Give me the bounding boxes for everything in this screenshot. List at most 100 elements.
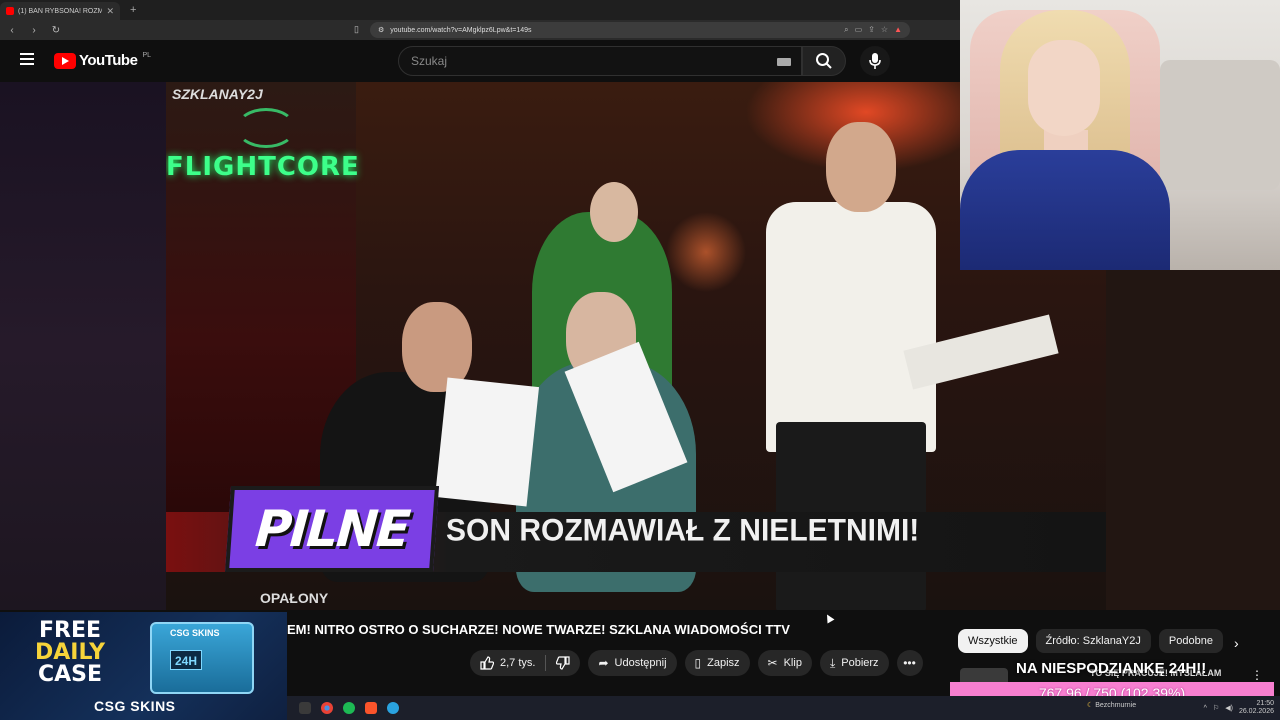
mouse-cursor-icon: [823, 612, 835, 624]
site-info-icon[interactable]: ⚙: [378, 26, 384, 34]
cast-icon[interactable]: ▭: [855, 25, 863, 35]
chip-all[interactable]: Wszystkie: [958, 629, 1028, 653]
youtube-favicon-icon: [6, 7, 14, 15]
urgent-badge-text: PILNE: [253, 500, 411, 558]
thumbs-up-icon: [480, 656, 494, 670]
zoom-icon[interactable]: ⌕: [844, 25, 848, 35]
share-label: Udostępnij: [614, 657, 667, 669]
omnibox-actions: ⌕ ▭ ⇪ ☆ ▲: [844, 25, 902, 35]
browser-tab[interactable]: (1) BAN RYBSONA! ROZMAWIAŁ ✕: [0, 2, 120, 20]
chrome-icon[interactable]: [321, 702, 333, 714]
video-lower-text: OPAŁONY: [260, 590, 328, 606]
brave-shield-icon[interactable]: ▲: [894, 25, 902, 35]
youtube-logo[interactable]: YouTube PL: [54, 52, 151, 69]
more-actions-button[interactable]: •••: [896, 650, 923, 676]
tray-chevron-icon[interactable]: ^: [1204, 705, 1207, 712]
screen: (1) BAN RYBSONA! ROZMAWIAŁ ✕ + ‹ › ↻ ▯ ⚙…: [0, 0, 1280, 720]
download-icon: ⤓: [829, 655, 836, 670]
download-button[interactable]: ⤓ Pobierz: [819, 650, 889, 676]
ambient-left: [0, 82, 166, 610]
ambient-right: [1106, 270, 1280, 610]
volume-icon[interactable]: ◀): [1225, 704, 1233, 712]
related-chips: Wszystkie Źródło: SzklanaY2J Podobne: [958, 629, 1223, 653]
clip-button[interactable]: ✂ Klip: [757, 650, 812, 676]
youtube-header: YouTube PL Szukaj: [0, 40, 960, 82]
chip-source[interactable]: Źródło: SzklanaY2J: [1035, 629, 1151, 653]
app-icon-1[interactable]: [299, 702, 311, 714]
keyboard-icon[interactable]: [777, 58, 791, 66]
clock-date: 26.02.2026: [1238, 708, 1274, 715]
spotify-icon[interactable]: [343, 702, 355, 714]
search-input[interactable]: Szukaj: [398, 46, 802, 76]
browser-tabbar: (1) BAN RYBSONA! ROZMAWIAŁ ✕ +: [0, 0, 960, 20]
stream-message: NA NIESPODZIANKĘ 24H!!: [1016, 660, 1207, 677]
like-count: 2,7 tys.: [500, 657, 536, 669]
promo-headline: FREE DAILY CASE: [30, 620, 110, 686]
like-dislike-group: 2,7 tys.: [470, 650, 581, 676]
bookmark-icon[interactable]: ▯: [354, 24, 359, 35]
case-box-timer: 24H: [170, 650, 202, 670]
dislike-button[interactable]: [546, 656, 580, 670]
new-tab-icon[interactable]: +: [130, 4, 136, 16]
share-button[interactable]: ➦ Udostępnij: [588, 650, 677, 676]
case-box-icon: CSG SKINS 24H: [150, 622, 254, 694]
webcam-overlay: [960, 0, 1280, 270]
share-arrow-icon: ➦: [598, 656, 609, 670]
search-button[interactable]: [802, 46, 846, 76]
weather-text: Bezchmurnie: [1095, 702, 1137, 709]
person-head-back: [590, 182, 638, 242]
tab-title: (1) BAN RYBSONA! ROZMAWIAŁ: [18, 7, 103, 15]
promo-banner[interactable]: FREE DAILY CASE CSG SKINS 24H CSG SKINS: [0, 612, 287, 720]
url-text: youtube.com/watch?v=AMgklpz6Lpw&t=149s: [390, 26, 532, 34]
reload-icon[interactable]: ↻: [50, 25, 62, 36]
system-tray: ^ ⚐ ◀) 21:50 26.02.2026: [1204, 700, 1274, 716]
video-watermark: SZKLANAY2J: [172, 86, 263, 102]
back-icon[interactable]: ‹: [6, 25, 18, 36]
promo-line1: FREE: [38, 618, 102, 643]
ticker-text: SON ROZMAWIAŁ Z NIELETNIMI!: [446, 513, 920, 548]
microphone-icon: [869, 53, 881, 69]
brave-icon[interactable]: [365, 702, 377, 714]
more-dots-icon: •••: [903, 656, 916, 670]
forward-icon[interactable]: ›: [28, 25, 40, 36]
close-tab-icon[interactable]: ✕: [106, 6, 114, 17]
person-right: [766, 202, 936, 452]
download-label: Pobierz: [841, 657, 879, 669]
chip-next-icon[interactable]: ›: [1234, 635, 1239, 651]
person-right-head: [826, 122, 896, 212]
youtube-play-icon: [54, 52, 76, 69]
related-menu-icon[interactable]: ⋮: [1251, 668, 1263, 682]
paper-sign-left: [434, 377, 540, 507]
scissors-icon: ✂: [767, 656, 778, 670]
network-icon[interactable]: ⚐: [1213, 704, 1219, 712]
search-icon: [816, 53, 832, 69]
neon-sign: FLIGHTCORE: [166, 152, 360, 182]
voice-search-button[interactable]: [860, 46, 890, 76]
youtube-wordmark: YouTube: [79, 52, 138, 69]
save-label: Zapisz: [707, 657, 740, 669]
address-bar[interactable]: ⚙ youtube.com/watch?v=AMgklpz6Lpw&t=149s…: [370, 22, 910, 38]
promo-line2: DAILY: [35, 640, 105, 665]
telegram-icon[interactable]: [387, 702, 399, 714]
chip-similar[interactable]: Podobne: [1158, 629, 1223, 653]
share-icon[interactable]: ⇪: [868, 25, 875, 35]
lower-text: OPAŁONY: [260, 590, 329, 606]
urgent-badge: PILNE: [224, 486, 440, 572]
video-actions: 2,7 tys. ➦ Udostępnij ▯ Zapisz ✂ Klip ⤓ …: [470, 650, 923, 676]
signal-logo-icon: [236, 108, 296, 148]
country-code: PL: [142, 52, 151, 59]
clock[interactable]: 21:50 26.02.2026: [1239, 700, 1274, 716]
clip-label: Klip: [783, 657, 802, 669]
os-taskbar: ☾ Bezchmurnie ^ ⚐ ◀) 21:50 26.02.2026: [287, 696, 1280, 720]
promo-brand: CSG SKINS: [94, 698, 176, 714]
star-icon[interactable]: ☆: [881, 25, 888, 35]
promo-line3: CASE: [37, 662, 103, 687]
weather-widget[interactable]: ☾ Bezchmurnie: [1087, 701, 1136, 709]
save-button[interactable]: ▯ Zapisz: [684, 650, 750, 676]
case-box-label: CSG SKINS: [170, 628, 220, 638]
like-button[interactable]: 2,7 tys.: [470, 656, 545, 670]
moon-icon: ☾: [1087, 702, 1094, 709]
menu-icon[interactable]: [20, 53, 34, 65]
webcam-sofa: [1160, 60, 1280, 190]
video-title: EM! NITRO OSTRO O SUCHARZE! NOWE TWARZE!…: [287, 622, 790, 637]
